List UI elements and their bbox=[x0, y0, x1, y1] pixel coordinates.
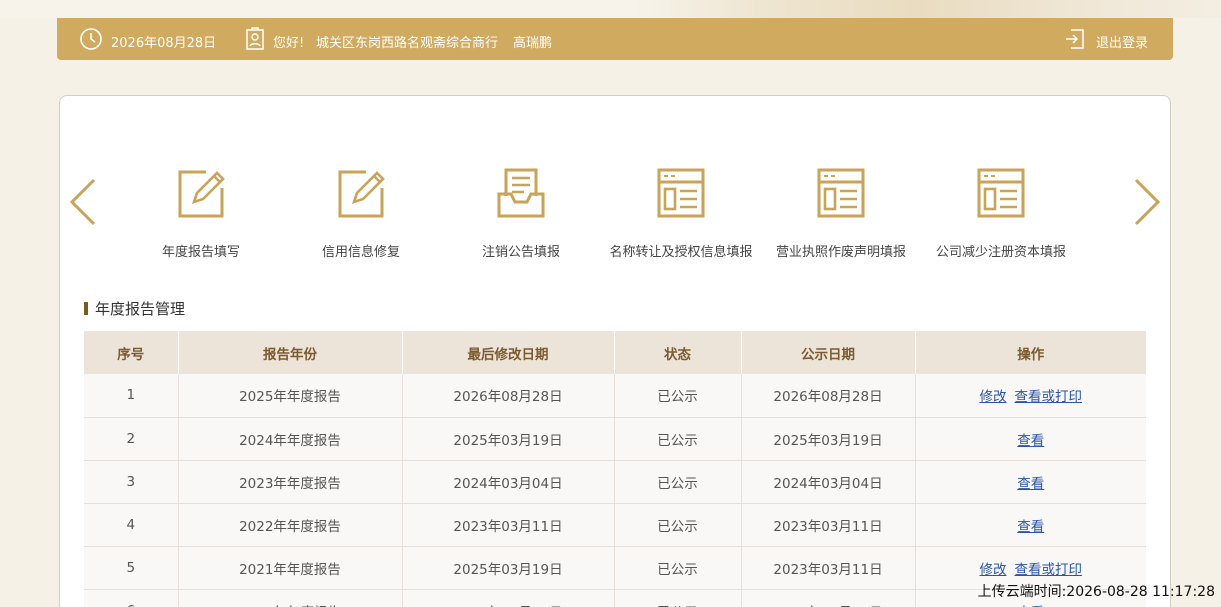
clock-icon bbox=[79, 27, 103, 51]
cell-modified: 2024年03月04日 bbox=[402, 460, 615, 504]
document-list-icon bbox=[977, 168, 1025, 218]
cell-ops: 修改 查看或打印 bbox=[915, 374, 1146, 418]
cell-year: 2023年年度报告 bbox=[178, 460, 403, 504]
inbox-document-icon bbox=[497, 168, 545, 218]
view-link[interactable]: 查看 bbox=[1017, 519, 1044, 535]
shortcut-label: 公司减少注册资本填报 bbox=[935, 245, 1066, 260]
section-title-marker bbox=[84, 301, 88, 315]
column-header: 状态 bbox=[614, 331, 742, 374]
cell-year: 2022年年度报告 bbox=[178, 503, 403, 547]
cell-published: 2025年03月19日 bbox=[741, 417, 916, 461]
cell-modified: 2026年08月28日 bbox=[402, 374, 615, 418]
cell-no: 4 bbox=[84, 503, 179, 547]
table-row: 2 2024年年度报告 2025年03月19日 已公示 2025年03月19日 … bbox=[84, 417, 1146, 461]
table-row: 4 2022年年度报告 2023年03月11日 已公示 2023年03月11日 … bbox=[84, 503, 1146, 547]
logout-link[interactable]: 退出登录 bbox=[1096, 32, 1148, 51]
user-name: 高瑞鹏 bbox=[513, 36, 553, 51]
greeting-text: 您好! bbox=[273, 36, 305, 51]
current-date: 2026年08月28日 bbox=[111, 36, 217, 51]
cell-ops: 查看 bbox=[915, 460, 1146, 504]
cell-year: 2025年年度报告 bbox=[178, 374, 403, 418]
cell-no: 6 bbox=[84, 589, 179, 607]
cell-status: 已公示 bbox=[614, 374, 742, 418]
table-row: 1 2025年年度报告 2026年08月28日 已公示 2026年08月28日 … bbox=[84, 374, 1146, 418]
upload-timestamp: 上传云端时间:2026-08-28 11:17:28 bbox=[977, 584, 1215, 600]
shortcut-capital-reduction[interactable]: 公司减少注册资本填报 bbox=[926, 166, 1076, 266]
cell-ops: 查看 bbox=[915, 503, 1146, 547]
section-title: 年度报告管理 bbox=[84, 299, 186, 318]
cell-year: 2024年年度报告 bbox=[178, 417, 403, 461]
shortcut-cancellation-notice[interactable]: 注销公告填报 bbox=[446, 166, 596, 266]
column-header: 最后修改日期 bbox=[402, 331, 615, 374]
cell-ops: 查看 bbox=[915, 417, 1146, 461]
cell-published: 2024年03月04日 bbox=[741, 460, 916, 504]
cell-status: 已公示 bbox=[614, 503, 742, 547]
logout-icon[interactable] bbox=[1065, 27, 1087, 51]
annual-report-table: 序号 报告年份 最后修改日期 状态 公示日期 操作 1 2025年年度报告 20… bbox=[84, 331, 1146, 607]
section-title-text: 年度报告管理 bbox=[95, 299, 186, 318]
main-panel: 年度报告填写 信用信息修复 注销公告填报 名称转让及授权信息填报 营业执照作废声… bbox=[59, 95, 1171, 607]
shortcut-name-transfer[interactable]: 名称转让及授权信息填报 bbox=[606, 166, 756, 266]
cell-modified: 2023年03月11日 bbox=[402, 503, 615, 547]
cell-published: 2026年08月28日 bbox=[741, 374, 916, 418]
column-header: 操作 bbox=[915, 331, 1146, 374]
view-link[interactable]: 查看 bbox=[1017, 476, 1044, 492]
cell-status: 已公示 bbox=[614, 417, 742, 461]
header-bar: 2026年08月28日 您好! 城关区东岗西路名观斋综合商行 高瑞鹏 退出登录 bbox=[57, 18, 1173, 60]
shortcut-credit-repair[interactable]: 信用信息修复 bbox=[286, 166, 436, 266]
cell-no: 2 bbox=[84, 417, 179, 461]
view-print-link[interactable]: 查看或打印 bbox=[1015, 562, 1083, 578]
carousel-prev-arrow[interactable] bbox=[68, 176, 98, 228]
column-header: 序号 bbox=[84, 331, 179, 374]
cell-no: 3 bbox=[84, 460, 179, 504]
edit-link[interactable]: 修改 bbox=[980, 562, 1007, 578]
cell-modified: 2025年03月19日 bbox=[402, 417, 615, 461]
shortcut-label: 营业执照作废声明填报 bbox=[775, 245, 906, 260]
cell-published: 2023年03月11日 bbox=[741, 546, 916, 590]
shortcut-label: 年度报告填写 bbox=[161, 245, 240, 260]
cell-modified: 2025年03月19日 bbox=[402, 546, 615, 590]
view-link[interactable]: 查看 bbox=[1017, 433, 1044, 449]
document-list-icon bbox=[657, 168, 705, 218]
edit-form-icon bbox=[338, 170, 385, 218]
cell-year: 2020年年度报告 bbox=[178, 589, 403, 607]
top-decoration bbox=[0, 0, 1221, 18]
shortcut-label: 注销公告填报 bbox=[481, 245, 560, 260]
user-card-icon bbox=[245, 27, 265, 51]
cell-status: 已公示 bbox=[614, 589, 742, 607]
document-list-icon bbox=[817, 168, 865, 218]
view-print-link[interactable]: 查看或打印 bbox=[1015, 389, 1083, 405]
cell-modified: 2021年03月11日 bbox=[402, 589, 615, 607]
cell-status: 已公示 bbox=[614, 546, 742, 590]
carousel-next-arrow[interactable] bbox=[1132, 176, 1162, 228]
edit-form-icon bbox=[178, 170, 225, 218]
cell-published: 2023年03月11日 bbox=[741, 503, 916, 547]
column-header: 公示日期 bbox=[741, 331, 916, 374]
shortcut-license-void[interactable]: 营业执照作废声明填报 bbox=[766, 166, 916, 266]
company-name: 城关区东岗西路名观斋综合商行 bbox=[316, 36, 499, 51]
column-header: 报告年份 bbox=[178, 331, 403, 374]
shortcut-label: 名称转让及授权信息填报 bbox=[609, 245, 753, 260]
shortcut-label: 信用信息修复 bbox=[321, 245, 400, 260]
cell-year: 2021年年度报告 bbox=[178, 546, 403, 590]
cell-published: 2021年03月11日 bbox=[741, 589, 916, 607]
cell-no: 5 bbox=[84, 546, 179, 590]
table-header-row: 序号 报告年份 最后修改日期 状态 公示日期 操作 bbox=[84, 331, 1146, 374]
shortcut-annual-report[interactable]: 年度报告填写 bbox=[126, 166, 276, 266]
cell-status: 已公示 bbox=[614, 460, 742, 504]
table-row: 3 2023年年度报告 2024年03月04日 已公示 2024年03月04日 … bbox=[84, 460, 1146, 504]
cell-no: 1 bbox=[84, 374, 179, 418]
edit-link[interactable]: 修改 bbox=[980, 389, 1007, 405]
